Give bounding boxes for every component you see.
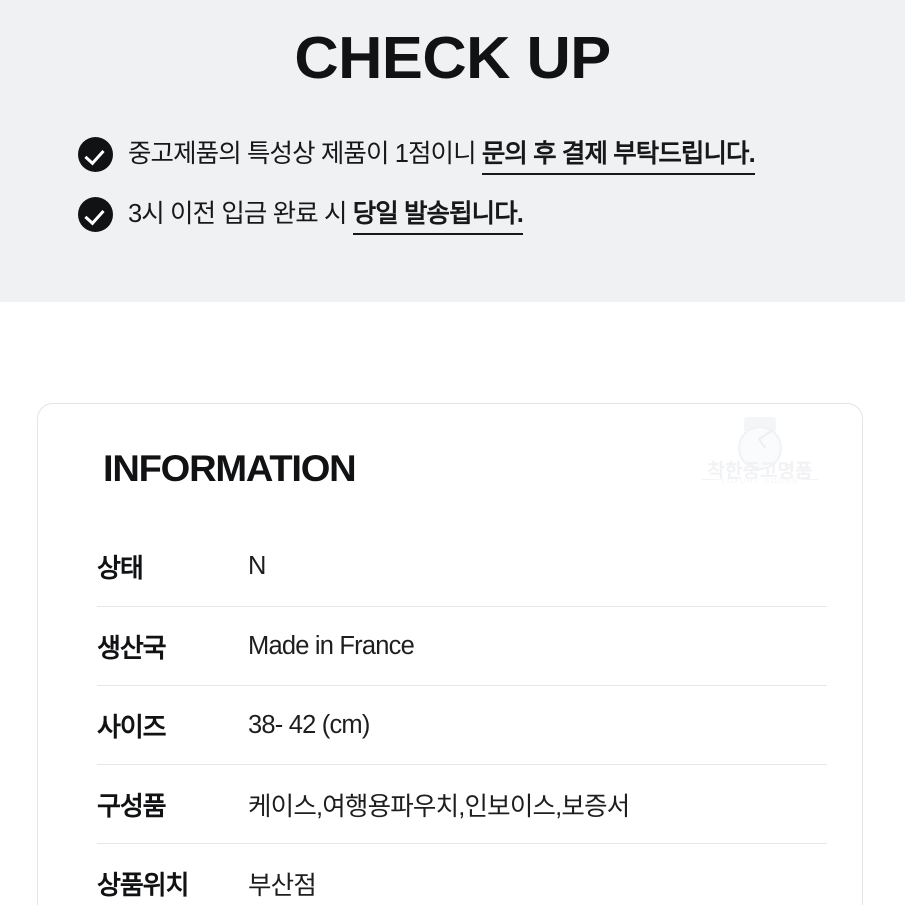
list-item: 중고제품의 특성상 제품이 1점이니 문의 후 결제 부탁드립니다. [78, 136, 878, 175]
information-heading: INFORMATION [103, 448, 357, 489]
watermark-brand-name: 착한중고명품 [707, 461, 813, 482]
information-card: INFORMATION 착한중고명품 LUXURY GOODS 상태 N 생산국… [37, 403, 863, 905]
check-item-text: 3시 이전 입금 완료 시 당일 발송됩니다. [128, 196, 524, 235]
table-row-label: 구성품 [97, 790, 167, 821]
table-row-value: 38- 42 (cm) [248, 710, 370, 739]
table-row: 상태 N [97, 527, 827, 606]
watermark-rule-left [702, 479, 719, 480]
list-item: 3시 이전 입금 완료 시 당일 발송됩니다. [78, 196, 878, 235]
table-row: 구성품 케이스,여행용파우치,인보이스,보증서 [97, 764, 827, 843]
table-row: 사이즈 38- 42 (cm) [97, 685, 827, 764]
information-section: INFORMATION 착한중고명품 LUXURY GOODS 상태 N 생산국… [0, 302, 905, 905]
brand-watermark: 착한중고명품 LUXURY GOODS [700, 417, 820, 486]
check-item-text-plain: 중고제품의 특성상 제품이 1점이니 [128, 140, 482, 168]
checkup-list: 중고제품의 특성상 제품이 1점이니 문의 후 결제 부탁드립니다. 3시 이전… [78, 136, 878, 256]
table-row-label: 생산국 [97, 632, 167, 663]
check-circle-icon [78, 196, 113, 232]
table-row-label: 상태 [97, 553, 144, 583]
table-row-label: 상품위치 [97, 869, 189, 900]
watermark-rule-right [801, 479, 818, 480]
watermark-subtitle: LUXURY GOODS [721, 476, 799, 485]
checkup-section: CHECK UP 중고제품의 특성상 제품이 1점이니 문의 후 결제 부탁드립… [0, 0, 905, 302]
check-item-text-emphasis: 당일 발송됩니다. [352, 200, 524, 235]
page-title: CHECK UP [294, 25, 611, 91]
table-row: 생산국 Made in France [97, 606, 827, 685]
check-item-text: 중고제품의 특성상 제품이 1점이니 문의 후 결제 부탁드립니다. [128, 136, 756, 175]
check-item-text-plain: 3시 이전 입금 완료 시 [128, 200, 353, 228]
table-row-value: 케이스,여행용파우치,인보이스,보증서 [248, 792, 630, 821]
background-pattern [0, 310, 114, 358]
wristwatch-icon [732, 417, 788, 470]
check-circle-icon [78, 136, 113, 172]
information-table: 상태 N 생산국 Made in France 사이즈 38- 42 (cm) … [97, 527, 827, 905]
check-item-text-emphasis: 문의 후 결제 부탁드립니다. [481, 140, 756, 175]
table-row-label: 사이즈 [97, 711, 167, 742]
product-detail-page: CHECK UP 중고제품의 특성상 제품이 1점이니 문의 후 결제 부탁드립… [0, 0, 905, 905]
table-row-value: 부산점 [248, 871, 317, 900]
table-row-value: N [248, 552, 266, 580]
table-row-value: Made in France [248, 631, 415, 660]
table-row: 상품위치 부산점 [97, 843, 827, 905]
